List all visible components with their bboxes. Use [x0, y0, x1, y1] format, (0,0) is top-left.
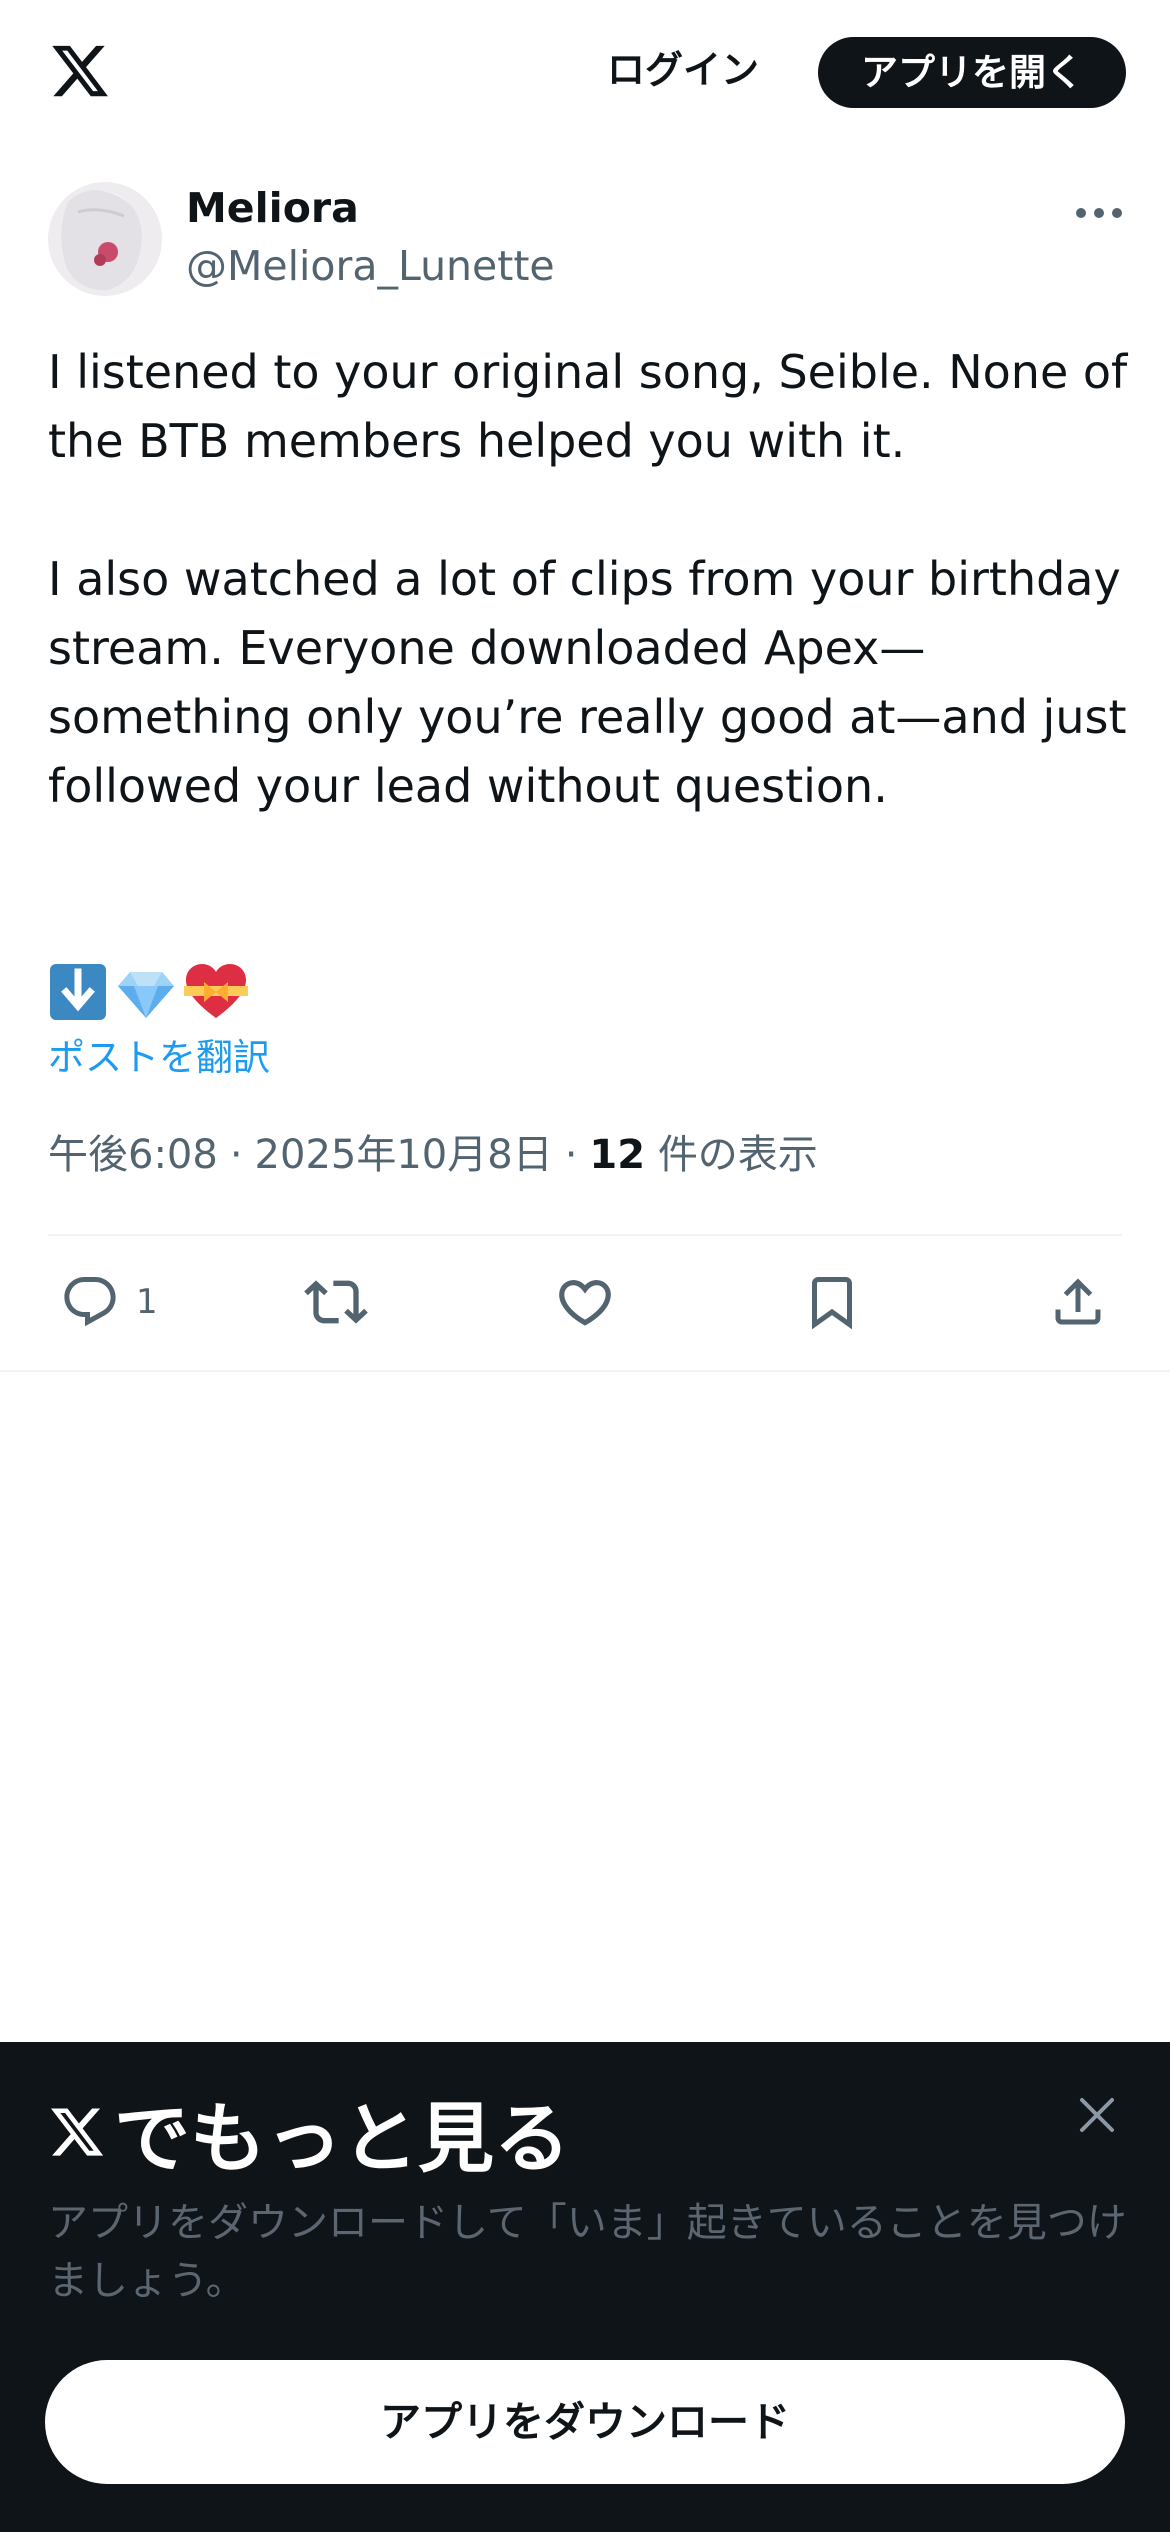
tweet-time[interactable]: 午後6:08: [48, 1132, 218, 1178]
share-icon: [1055, 1278, 1101, 1325]
download-app-button[interactable]: アプリをダウンロード: [45, 2360, 1125, 2484]
reply-button[interactable]: 1: [60, 1260, 158, 1344]
tweet-meta: 午後6:08 · 2025年10月8日 · 12 件の表示: [48, 1127, 818, 1183]
separator: ·: [229, 1132, 243, 1178]
tweet-paragraph: I listened to your original song, Seible…: [48, 345, 1128, 468]
gem-emoji-icon: [118, 972, 174, 1018]
close-icon[interactable]: [1074, 2092, 1120, 2138]
tweet-paragraph: I also watched a lot of clips from your …: [48, 552, 1127, 813]
page: ログイン アプリを開く Meliora @Meliora_Lunette I l…: [0, 0, 1170, 2532]
x-logo-icon: [51, 2108, 104, 2156]
more-options-icon[interactable]: [1072, 196, 1126, 230]
action-bar: 1: [0, 1260, 1170, 1344]
share-button[interactable]: [1048, 1260, 1108, 1344]
heart-with-ribbon-emoji-icon: [184, 964, 248, 1018]
view-label: 件の表示: [657, 1132, 818, 1178]
promo-description: アプリをダウンロードして「いま」起きていることを見つけましょう。: [48, 2200, 1127, 2304]
heart-icon: [559, 1280, 611, 1326]
author-handle[interactable]: @Meliora_Lunette: [186, 238, 555, 294]
divider: [0, 1370, 1170, 1372]
down-arrow-emoji-icon: [50, 964, 106, 1020]
x-logo-icon[interactable]: [48, 40, 112, 102]
avatar[interactable]: [48, 182, 162, 296]
translate-post-link[interactable]: ポストを翻訳: [48, 1033, 270, 1083]
repost-icon: [304, 1280, 368, 1324]
repost-button[interactable]: [304, 1260, 368, 1344]
promo-title: でもっと見る: [48, 2082, 570, 2183]
like-button[interactable]: [554, 1260, 616, 1344]
divider: [48, 1234, 1122, 1236]
emoji-row: [48, 962, 248, 1026]
login-link[interactable]: ログイン: [598, 42, 768, 98]
author-display-name[interactable]: Meliora: [186, 180, 359, 236]
reply-icon: [64, 1277, 116, 1327]
app-promo-banner: でもっと見る アプリをダウンロードして「いま」起きていることを見つけましょう。 …: [0, 2042, 1170, 2532]
promo-title-text: でもっと見る: [114, 2094, 570, 2183]
bookmark-button[interactable]: [802, 1260, 862, 1344]
open-app-button[interactable]: アプリを開く: [818, 37, 1126, 108]
bookmark-icon: [812, 1277, 852, 1330]
reply-count: 1: [136, 1282, 158, 1322]
view-count: 12: [589, 1132, 646, 1178]
tweet-date[interactable]: 2025年10月8日: [255, 1132, 553, 1178]
separator: ·: [564, 1132, 578, 1178]
top-bar: ログイン アプリを開く: [0, 0, 1170, 145]
tweet-text: I listened to your original song, Seible…: [48, 338, 1128, 821]
